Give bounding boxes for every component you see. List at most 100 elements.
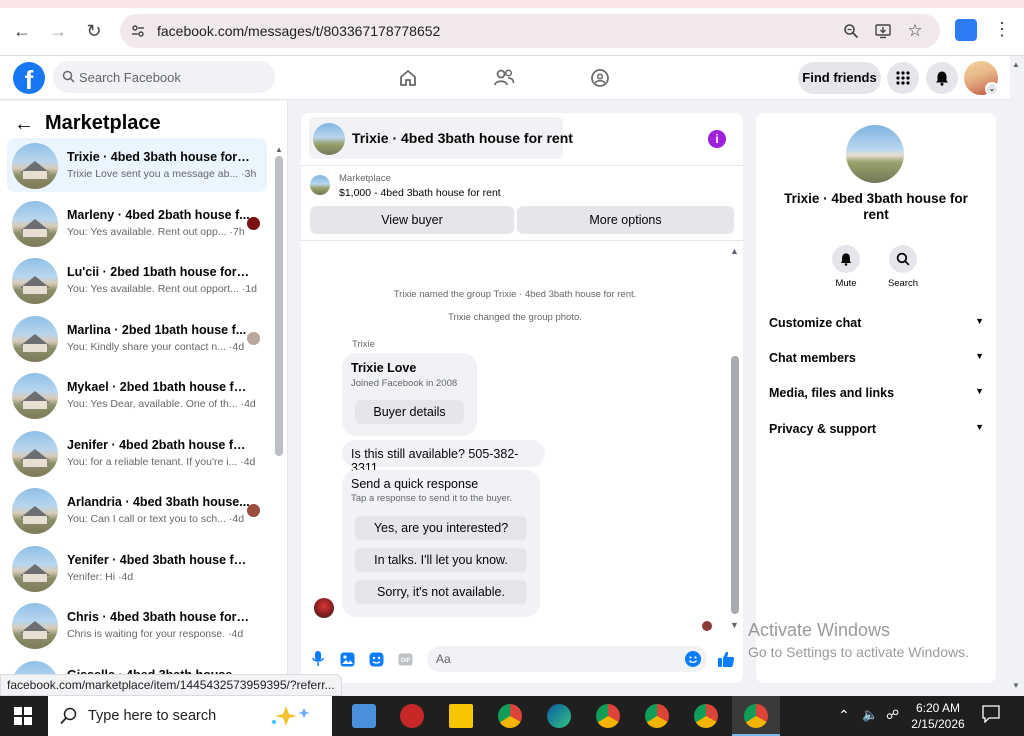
scroll-up-icon[interactable]: ▲ (275, 145, 283, 154)
install-app-icon[interactable] (873, 21, 893, 41)
find-friends-button[interactable]: Find friends (798, 62, 881, 94)
thread-avatar (12, 316, 58, 362)
forward-icon[interactable]: → (45, 18, 71, 44)
thread-item[interactable]: Marlina · 2bed 1bath house f... You: Kin… (7, 311, 267, 365)
thread-item[interactable]: Yenifer · 4bed 3bath house for r... Yeni… (7, 541, 267, 595)
chrome-profile-icon[interactable] (645, 704, 669, 728)
chat-scrollbar[interactable] (731, 356, 739, 614)
thread-item[interactable]: Marleny · 4bed 2bath house f... You: Yes… (7, 196, 267, 250)
mute-button[interactable] (832, 245, 860, 273)
quick-reply-yes-button[interactable]: Yes, are you interested? (355, 516, 527, 540)
thread-item[interactable]: Trixie · 4bed 3bath house for rent Trixi… (7, 138, 267, 192)
info-icon[interactable]: i (708, 130, 726, 148)
chat-members-row[interactable]: Chat members ▼ (769, 351, 984, 371)
thread-name: Jenifer · 4bed 2bath house for r... (67, 438, 252, 452)
facebook-search-input[interactable]: Search Facebook (53, 61, 275, 93)
home-icon[interactable] (396, 66, 420, 90)
media-files-links-row[interactable]: Media, files and links ▼ (769, 386, 984, 406)
friends-icon[interactable] (492, 66, 516, 90)
thread-item[interactable]: Mykael · 2bed 1bath house for r... You: … (7, 368, 267, 422)
listing-label: Marketplace (339, 173, 391, 184)
like-thumb-icon[interactable] (716, 649, 736, 669)
taskbar-search-box[interactable]: Type here to search (48, 696, 332, 736)
site-info-icon[interactable] (128, 21, 148, 41)
taskbar-time[interactable]: 6:20 AM (908, 701, 968, 715)
microphone-icon[interactable] (310, 651, 326, 667)
listing-price[interactable]: $1,000 - 4bed 3bath house for rent (339, 187, 501, 199)
groups-icon[interactable] (588, 66, 612, 90)
taskbar-date[interactable]: 2/15/2026 (908, 717, 968, 731)
thread-item[interactable]: Lu'cii · 2bed 1bath house for rent You: … (7, 253, 267, 307)
extension-icon[interactable] (955, 19, 977, 41)
seen-avatar (247, 504, 260, 517)
quick-reply-in-talks-button[interactable]: In talks. I'll let you know. (355, 548, 527, 572)
search-in-chat-button[interactable] (889, 245, 917, 273)
scroll-up-icon[interactable]: ▲ (730, 246, 739, 256)
buyer-name: Trixie Love (351, 361, 417, 375)
sticker-icon[interactable] (368, 651, 384, 667)
thread-item[interactable]: Jenifer · 4bed 2bath house for r... You:… (7, 426, 267, 480)
sticky-notes-icon[interactable] (449, 704, 473, 728)
chrome-profile-icon[interactable] (694, 704, 718, 728)
chrome-profile-icon[interactable] (596, 704, 620, 728)
chat-details-panel: Trixie · 4bed 3bath house for rent Mute … (756, 113, 996, 683)
zoom-icon[interactable] (841, 21, 861, 41)
notifications-bell-icon[interactable] (926, 62, 958, 94)
emoji-icon[interactable] (685, 651, 701, 667)
chat-avatar (313, 123, 345, 155)
chrome-icon[interactable] (744, 704, 768, 728)
taskbar-search-placeholder: Type here to search (88, 708, 217, 724)
svg-text:GIF: GIF (400, 658, 410, 664)
taskbar-app-icon[interactable] (400, 704, 424, 728)
notification-center-icon[interactable] (982, 705, 1000, 726)
more-options-button[interactable]: More options (517, 206, 734, 234)
privacy-support-row[interactable]: Privacy & support ▼ (769, 422, 984, 442)
page-scroll-down-icon[interactable]: ▼ (1012, 681, 1020, 690)
activation-watermark: Activate Windows Go to Settings to activ… (748, 620, 969, 660)
scroll-down-icon[interactable]: ▼ (730, 620, 739, 630)
buyer-details-button[interactable]: Buyer details (355, 400, 464, 424)
address-bar[interactable]: facebook.com/messages/t/803367178778652 … (120, 14, 940, 48)
back-arrow-icon[interactable]: ← (14, 113, 34, 136)
edge-icon[interactable] (547, 704, 571, 728)
bookmark-star-icon[interactable]: ☆ (905, 21, 925, 41)
photo-icon[interactable] (339, 651, 355, 667)
message-input[interactable]: Aa (427, 646, 707, 672)
buyer-joined: Joined Facebook in 2008 (351, 378, 458, 389)
customize-chat-row[interactable]: Customize chat ▼ (769, 316, 984, 336)
show-hidden-icons-icon[interactable]: ⌃ (838, 707, 850, 724)
page-scroll-up-icon[interactable]: ▲ (1012, 60, 1020, 69)
chat-panel: Trixie · 4bed 3bath house for rent i Mar… (301, 113, 743, 683)
facebook-logo[interactable]: f (13, 62, 45, 94)
group-photo[interactable] (846, 125, 904, 183)
chevron-down-icon[interactable]: ⌄ (985, 82, 999, 96)
thread-item[interactable]: Arlandria · 4bed 3bath house... You: Can… (7, 483, 267, 537)
thread-avatar (12, 201, 58, 247)
listing-thumbnail[interactable] (310, 175, 330, 195)
gif-icon[interactable]: GIF (397, 651, 413, 667)
taskbar-app-icon[interactable] (352, 704, 376, 728)
url-text[interactable]: facebook.com/messages/t/803367178778652 (157, 23, 440, 39)
menu-grid-icon[interactable] (887, 62, 919, 94)
thread-preview: Chris is waiting for your response. ·4d (67, 628, 244, 640)
search-icon (62, 70, 75, 88)
windows-start-icon[interactable] (14, 707, 32, 725)
thread-name: Trixie · 4bed 3bath house for rent (67, 150, 252, 164)
thread-preview: You: Yes available. Rent out opport... ·… (67, 283, 257, 295)
thread-avatar (12, 143, 58, 189)
row-label: Privacy & support (769, 422, 876, 436)
thread-list-scrollbar[interactable] (275, 156, 283, 456)
reload-icon[interactable]: ↻ (81, 18, 107, 44)
back-icon[interactable]: ← (9, 18, 35, 44)
volume-icon[interactable]: 🔈 (862, 707, 878, 723)
quick-reply-not-available-button[interactable]: Sorry, it's not available. (355, 580, 527, 604)
seen-avatar (247, 217, 260, 230)
browser-menu-icon[interactable]: ⋮ (993, 20, 1011, 38)
chat-header[interactable]: Trixie · 4bed 3bath house for rent (309, 117, 573, 159)
thread-name: Chris · 4bed 3bath house for rent (67, 610, 252, 624)
network-icon[interactable]: ☍ (886, 707, 899, 723)
chrome-profile-icon[interactable] (498, 704, 522, 728)
thread-item[interactable]: Chris · 4bed 3bath house for rent Chris … (7, 598, 267, 652)
message-bubble: Is this still available? 505-382-3311 (342, 440, 545, 475)
view-buyer-button[interactable]: View buyer (310, 206, 514, 234)
